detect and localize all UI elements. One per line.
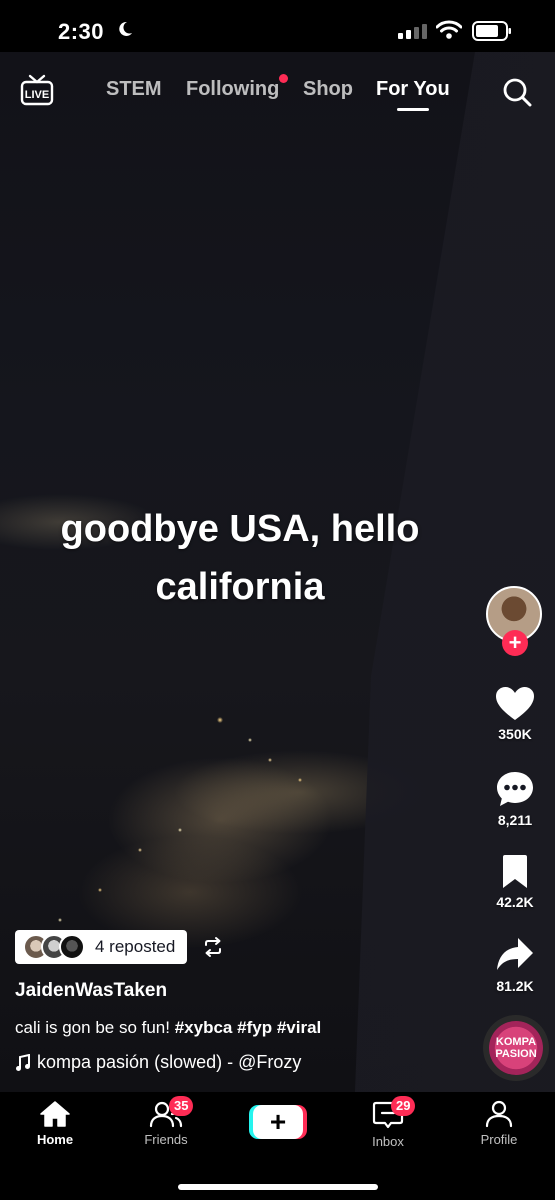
friends-badge: 35 (169, 1096, 194, 1116)
repost-icon[interactable] (202, 936, 224, 963)
repost-avatar (59, 934, 85, 960)
music-disc-text-1: KOMPA (495, 1036, 537, 1048)
tab-for-you[interactable]: For You (376, 78, 450, 101)
comment-count: 8,211 (497, 812, 533, 828)
follow-button[interactable]: + (502, 630, 528, 656)
live-label: LIVE (25, 89, 49, 101)
music-disc-text-2: PASION (495, 1048, 537, 1060)
bookmark-icon (503, 855, 527, 888)
hashtag[interactable]: #viral (277, 1018, 321, 1037)
nav-home-label: Home (36, 1132, 74, 1147)
following-notification-dot (279, 74, 288, 83)
inbox-badge: 29 (391, 1096, 416, 1116)
nav-inbox[interactable]: Inbox (343, 1100, 433, 1149)
post-description: cali is gon be so fun! #xybca #fyp #vira… (15, 1018, 321, 1038)
share-arrow-icon (497, 938, 533, 970)
creator-username[interactable]: JaidenWasTaken (15, 980, 167, 1002)
profile-icon (485, 1100, 513, 1128)
comment-icon (497, 772, 533, 806)
hashtag[interactable]: #fyp (237, 1018, 272, 1037)
top-nav: LIVE STEM Following Shop For You (0, 60, 555, 120)
like-count: 350K (498, 726, 532, 742)
share-button[interactable]: 81.2K (484, 936, 546, 994)
save-count: 42.2K (496, 894, 534, 910)
repost-count: 4 reposted (95, 937, 176, 956)
home-indicator (178, 1184, 378, 1190)
music-disc[interactable]: KOMPA PASION (489, 1021, 543, 1075)
status-time: 2:30 (58, 19, 105, 44)
active-tab-indicator (397, 108, 429, 111)
sound-name: kompa pasión (slowed) - @Frozy (37, 1052, 302, 1072)
comment-button[interactable]: 8,211 (484, 770, 546, 828)
music-note-icon (16, 1053, 30, 1071)
share-count: 81.2K (496, 978, 534, 994)
description-text: cali is gon be so fun! (15, 1018, 175, 1037)
plus-icon: + (253, 1105, 303, 1139)
video-caption: goodbye USA, hello california (0, 500, 480, 616)
search-icon[interactable] (502, 77, 532, 107)
repost-avatars (19, 934, 85, 960)
tab-shop[interactable]: Shop (303, 78, 353, 101)
sound-link[interactable]: kompa pasión (slowed) - @Frozy (15, 1052, 301, 1073)
create-button[interactable]: + (249, 1105, 307, 1139)
status-bar: 2:30 (0, 0, 555, 52)
caption-line-2: california (155, 566, 325, 608)
nav-friends[interactable]: Friends (121, 1100, 211, 1147)
caption-line-1: goodbye USA, hello (60, 508, 420, 550)
battery-icon (472, 21, 512, 41)
nav-profile-label: Profile (480, 1132, 518, 1147)
nav-friends-label: Friends (144, 1132, 188, 1147)
cellular-signal-icon (398, 24, 427, 39)
heart-icon (496, 687, 534, 720)
tab-stem[interactable]: STEM (106, 78, 162, 101)
tab-following[interactable]: Following (186, 78, 279, 101)
hashtag[interactable]: #xybca (175, 1018, 233, 1037)
live-icon[interactable]: LIVE (20, 74, 54, 106)
nav-inbox-label: Inbox (372, 1134, 404, 1149)
save-button[interactable]: 42.2K (484, 854, 546, 910)
nav-home[interactable]: Home (10, 1100, 100, 1147)
moon-icon (116, 20, 134, 43)
nav-profile[interactable]: Profile (454, 1100, 544, 1147)
repost-pill[interactable]: 4 reposted (15, 930, 188, 964)
wifi-icon (435, 20, 463, 45)
home-icon (40, 1101, 70, 1127)
like-button[interactable]: 350K (484, 686, 546, 742)
